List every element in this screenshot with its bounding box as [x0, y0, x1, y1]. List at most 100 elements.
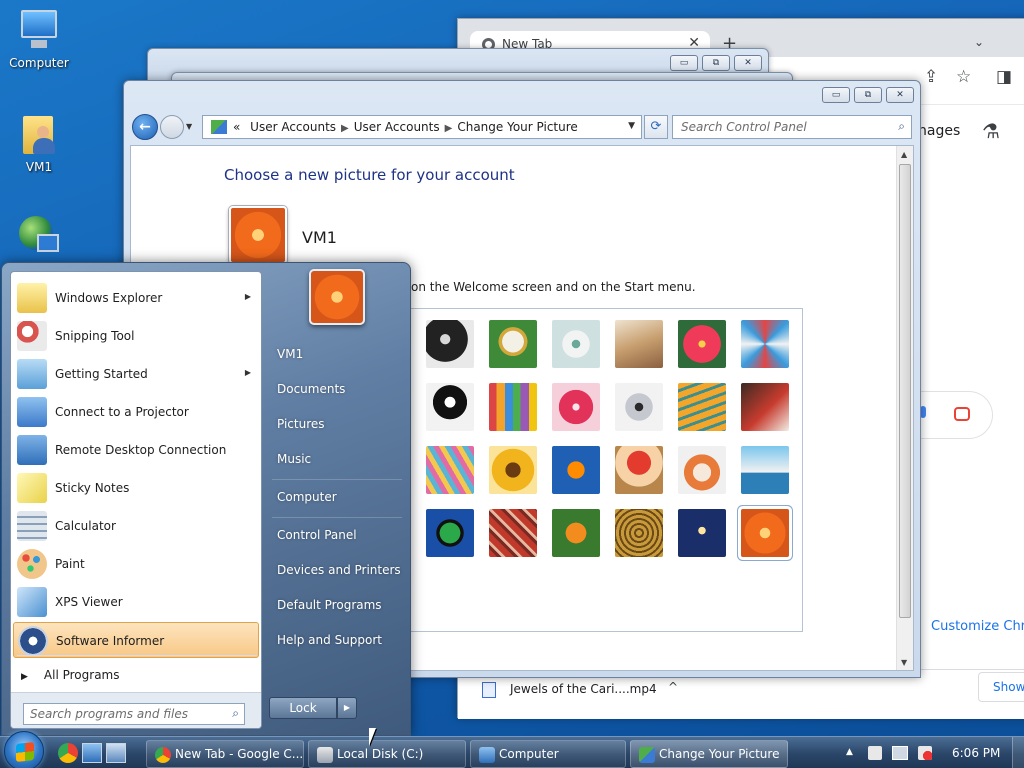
picture-tile[interactable]: [615, 383, 663, 431]
program-software-informer[interactable]: Software Informer: [13, 622, 259, 658]
lens-camera-icon[interactable]: [954, 407, 970, 421]
scroll-up-icon[interactable]: ▲: [901, 150, 907, 159]
maximize-button[interactable]: ⧉: [702, 55, 730, 71]
recent-pages-icon[interactable]: ▼: [186, 122, 192, 131]
picture-tile-selected[interactable]: [741, 509, 789, 557]
show-desktop-button[interactable]: [1012, 737, 1024, 768]
minimize-button[interactable]: ▭: [822, 87, 850, 103]
start-item-music[interactable]: Music: [277, 452, 311, 466]
system-clock[interactable]: 6:06 PM: [952, 746, 1000, 760]
program-sticky-notes[interactable]: Sticky Notes: [13, 470, 259, 506]
picture-tile[interactable]: [615, 320, 663, 368]
picture-tile[interactable]: [678, 320, 726, 368]
user-avatar[interactable]: [309, 269, 365, 325]
program-paint[interactable]: Paint: [13, 546, 259, 582]
scroll-down-icon[interactable]: ▼: [901, 658, 907, 667]
chevron-up-icon[interactable]: ^: [668, 680, 678, 694]
breadcrumb-item[interactable]: User Accounts: [354, 120, 440, 134]
submenu-arrow-icon[interactable]: ▶: [245, 292, 251, 301]
program-snipping-tool[interactable]: Snipping Tool: [13, 318, 259, 354]
address-dropdown-icon[interactable]: ▼: [628, 121, 635, 131]
start-item-control-panel[interactable]: Control Panel: [277, 528, 357, 542]
picture-tile[interactable]: [426, 383, 474, 431]
share-icon[interactable]: ⇪: [924, 67, 938, 87]
picture-tile[interactable]: [552, 383, 600, 431]
network-icon[interactable]: [892, 746, 908, 760]
maximize-button[interactable]: ⧉: [854, 87, 882, 103]
start-item-documents[interactable]: Documents: [277, 382, 345, 396]
breadcrumb-item[interactable]: Change Your Picture: [457, 120, 577, 134]
start-item-pictures[interactable]: Pictures: [277, 417, 325, 431]
search-icon[interactable]: ⌕: [232, 706, 239, 721]
desktop-icon-computer[interactable]: Computer: [1, 8, 77, 70]
picture-tile[interactable]: [615, 509, 663, 557]
picture-tile[interactable]: [552, 320, 600, 368]
start-button[interactable]: [4, 731, 44, 768]
breadcrumb-lead[interactable]: «: [233, 120, 240, 134]
download-filename[interactable]: Jewels of the Cari....mp4: [510, 682, 657, 696]
program-connect-to-projector[interactable]: Connect to a Projector: [13, 394, 259, 430]
picture-tile[interactable]: [741, 446, 789, 494]
breadcrumb-item[interactable]: User Accounts: [250, 120, 336, 134]
taskbar-button-chrome[interactable]: New Tab - Google C...: [146, 740, 304, 768]
all-programs-button[interactable]: ▶ All Programs: [21, 668, 120, 682]
program-windows-explorer[interactable]: Windows Explorer ▶: [13, 280, 259, 316]
start-item-help-support[interactable]: Help and Support: [277, 633, 382, 647]
tab-search-icon[interactable]: ⌄: [974, 35, 984, 49]
picture-tile[interactable]: [426, 446, 474, 494]
volume-muted-icon[interactable]: [918, 746, 932, 760]
forward-button[interactable]: [160, 115, 184, 139]
start-item-default-programs[interactable]: Default Programs: [277, 598, 382, 612]
picture-tile[interactable]: [489, 509, 537, 557]
picture-tile[interactable]: [678, 509, 726, 557]
side-panel-icon[interactable]: ◨: [996, 67, 1012, 87]
picture-tile[interactable]: [741, 320, 789, 368]
images-link[interactable]: nages: [918, 123, 960, 139]
program-remote-desktop[interactable]: Remote Desktop Connection: [13, 432, 259, 468]
labs-flask-icon[interactable]: ⚗: [982, 119, 1000, 143]
picture-tile[interactable]: [615, 446, 663, 494]
show-hidden-icons-button[interactable]: ▲: [846, 747, 853, 757]
program-getting-started[interactable]: Getting Started ▶: [13, 356, 259, 392]
scrollbar-thumb[interactable]: [899, 164, 911, 618]
action-center-flag-icon[interactable]: [868, 746, 882, 760]
chrome-quicklaunch-icon[interactable]: [58, 743, 78, 763]
desktop-icon-vm1[interactable]: VM1: [1, 112, 77, 174]
search-programs-input[interactable]: Search programs and files ⌕: [23, 703, 245, 725]
taskbar-button-computer[interactable]: Computer: [470, 740, 626, 768]
submenu-arrow-icon[interactable]: ▶: [245, 368, 251, 377]
close-button[interactable]: ✕: [734, 55, 762, 71]
address-bar[interactable]: « User Accounts ▶ User Accounts ▶ Change You…: [202, 115, 642, 139]
start-item-user[interactable]: VM1: [277, 347, 303, 361]
picture-tile[interactable]: [678, 383, 726, 431]
bookmark-star-icon[interactable]: ☆: [956, 67, 971, 87]
lock-button[interactable]: Lock: [269, 697, 337, 719]
picture-tile[interactable]: [426, 509, 474, 557]
picture-tile[interactable]: [489, 446, 537, 494]
close-button[interactable]: ✕: [886, 87, 914, 103]
picture-tile[interactable]: [741, 383, 789, 431]
picture-tile[interactable]: [552, 446, 600, 494]
show-desktop-quicklaunch-icon[interactable]: [82, 743, 102, 763]
shutdown-options-arrow-icon[interactable]: ▶: [337, 697, 357, 719]
start-item-computer[interactable]: Computer: [277, 490, 337, 504]
breadcrumb-separator-icon[interactable]: ▶: [341, 123, 349, 134]
picture-tile[interactable]: [678, 446, 726, 494]
refresh-button[interactable]: ⟳: [644, 115, 668, 139]
picture-tile[interactable]: [552, 509, 600, 557]
picture-tile[interactable]: [489, 383, 537, 431]
breadcrumb-separator-icon[interactable]: ▶: [445, 123, 453, 134]
start-item-devices-printers[interactable]: Devices and Printers: [277, 563, 401, 577]
picture-tile[interactable]: [489, 320, 537, 368]
back-button[interactable]: ←: [132, 114, 158, 140]
search-control-panel-input[interactable]: Search Control Panel ⌕: [672, 115, 912, 139]
taskbar-button-local-disk[interactable]: Local Disk (C:): [308, 740, 466, 768]
picture-tile[interactable]: [426, 320, 474, 368]
switch-windows-icon[interactable]: [106, 743, 126, 763]
program-xps-viewer[interactable]: XPS Viewer: [13, 584, 259, 620]
show-all-button[interactable]: Show: [978, 672, 1024, 702]
minimize-button[interactable]: ▭: [670, 55, 698, 71]
taskbar-button-change-picture[interactable]: Change Your Picture: [630, 740, 788, 768]
program-calculator[interactable]: Calculator: [13, 508, 259, 544]
search-icon[interactable]: ⌕: [898, 119, 905, 134]
